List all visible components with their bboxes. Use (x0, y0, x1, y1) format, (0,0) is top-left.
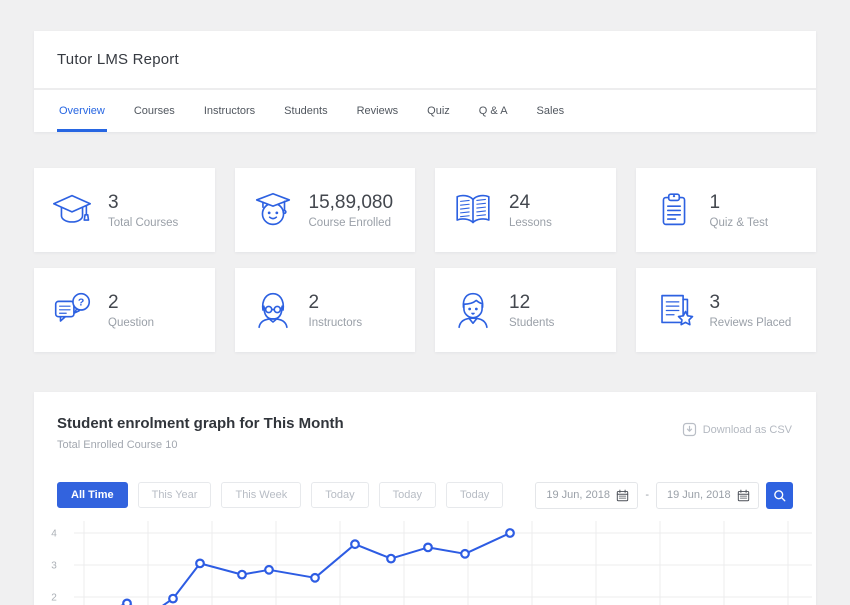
tab-instructors[interactable]: Instructors (202, 90, 257, 132)
date-range-group: - (535, 482, 793, 509)
stat-card-quiz-test: 1 Quiz & Test (636, 168, 817, 252)
graduate-student-icon (250, 187, 296, 233)
filter-all-time[interactable]: All Time (57, 482, 128, 508)
student-icon (450, 287, 496, 333)
search-icon (772, 488, 787, 503)
download-icon (682, 422, 697, 437)
clipboard-icon (651, 187, 697, 233)
stat-value: 2 (309, 292, 363, 314)
stat-label: Course Enrolled (309, 217, 394, 229)
stat-card-question: ? 2 Question (34, 268, 215, 352)
date-from-input[interactable] (546, 489, 616, 501)
stat-label: Question (108, 317, 154, 329)
search-button[interactable] (766, 482, 793, 509)
report-tab-bar: Overview Courses Instructors Students Re… (34, 90, 816, 132)
stat-value: 2 (108, 292, 154, 314)
tab-courses[interactable]: Courses (132, 90, 177, 132)
filter-today-1[interactable]: Today (311, 482, 368, 508)
review-star-icon (651, 287, 697, 333)
graph-subtitle: Total Enrolled Course 10 (57, 438, 793, 452)
download-label: Download as CSV (703, 424, 792, 436)
date-to-input[interactable] (667, 489, 737, 501)
tab-qa[interactable]: Q & A (477, 90, 510, 132)
stat-card-course-enrolled: 15,89,080 Course Enrolled (235, 168, 416, 252)
open-book-icon (450, 187, 496, 233)
calendar-icon[interactable] (616, 489, 629, 502)
stat-value: 24 (509, 192, 552, 214)
tab-students[interactable]: Students (282, 90, 329, 132)
stat-card-students: 12 Students (435, 268, 616, 352)
stat-value: 15,89,080 (309, 192, 394, 214)
title-section: Tutor LMS Report (34, 31, 816, 88)
enrolment-line-chart: 4 3 2 (34, 516, 816, 605)
enrolment-graph-card: Student enrolment graph for This Month T… (34, 392, 816, 605)
svg-text:2: 2 (51, 593, 57, 604)
download-csv-button[interactable]: Download as CSV (682, 422, 792, 437)
report-header-card: Tutor LMS Report Overview Courses Instru… (34, 31, 816, 132)
svg-text:3: 3 (51, 561, 57, 572)
graduation-cap-icon (49, 187, 95, 233)
calendar-icon[interactable] (737, 489, 750, 502)
tab-overview[interactable]: Overview (57, 90, 107, 132)
stat-value: 3 (108, 192, 178, 214)
stat-value: 12 (509, 292, 554, 314)
stat-value: 1 (710, 192, 769, 214)
stat-card-total-courses: 3 Total Courses (34, 168, 215, 252)
stat-label: Quiz & Test (710, 217, 769, 229)
chart-filter-row: All Time This Year This Week Today Today… (34, 482, 816, 508)
tab-reviews[interactable]: Reviews (355, 90, 401, 132)
stat-card-instructors: 2 Instructors (235, 268, 416, 352)
filter-this-year[interactable]: This Year (138, 482, 212, 508)
date-to-field[interactable] (656, 482, 759, 509)
filter-today-2[interactable]: Today (379, 482, 436, 508)
tab-sales[interactable]: Sales (535, 90, 567, 132)
svg-text:?: ? (78, 297, 84, 309)
stat-label: Instructors (309, 317, 363, 329)
date-separator: - (645, 489, 649, 501)
instructor-icon (250, 287, 296, 333)
date-from-field[interactable] (535, 482, 638, 509)
tab-quiz[interactable]: Quiz (425, 90, 452, 132)
filter-this-week[interactable]: This Week (221, 482, 301, 508)
dashboard-page: Tutor LMS Report Overview Courses Instru… (0, 0, 850, 605)
stat-card-reviews-placed: 3 Reviews Placed (636, 268, 817, 352)
stats-grid: 3 Total Courses 15,89,080 Course Enrolle… (34, 168, 816, 352)
stat-label: Reviews Placed (710, 317, 792, 329)
question-bubble-icon: ? (49, 287, 95, 333)
line-chart-svg: 4 3 2 (34, 516, 816, 605)
stat-label: Students (509, 317, 554, 329)
stat-value: 3 (710, 292, 792, 314)
page-title: Tutor LMS Report (57, 51, 179, 68)
stat-label: Lessons (509, 217, 552, 229)
filter-today-3[interactable]: Today (446, 482, 503, 508)
stat-label: Total Courses (108, 217, 178, 229)
svg-text:4: 4 (51, 529, 57, 540)
stat-card-lessons: 24 Lessons (435, 168, 616, 252)
